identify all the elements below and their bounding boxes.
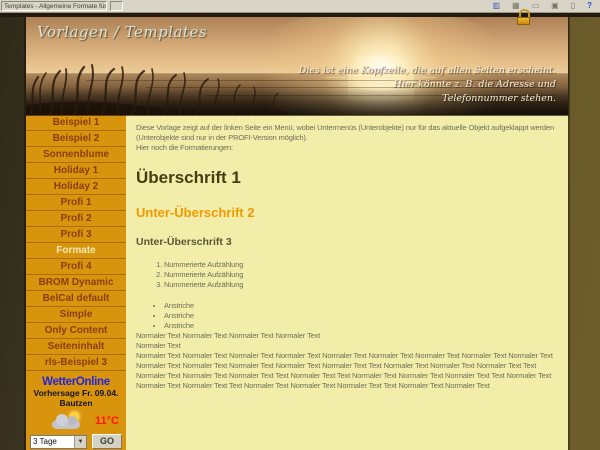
- bookmarks-icon[interactable]: ▥: [492, 1, 500, 11]
- sidebar-item-beispiel-1[interactable]: Beispiel 1: [26, 115, 126, 131]
- browser-tab[interactable]: Templates - Allgemeine Formate für Texte…: [1, 1, 107, 11]
- sidebar: Beispiel 1Beispiel 2SonnenblumeHoliday 1…: [26, 115, 126, 450]
- bullet-list-item: Anstriche: [164, 301, 556, 311]
- numbered-list-item: Nummerierte Aufzählung: [164, 270, 556, 280]
- bullet-list-item: Anstriche: [164, 311, 556, 321]
- sidebar-item-profi-1[interactable]: Profi 1: [26, 195, 126, 211]
- cloud-icon: [52, 420, 80, 429]
- document-icon[interactable]: ▯: [571, 1, 575, 11]
- weather-widget: WetterOnline Vorhersage Fr. 09.04. Bautz…: [26, 376, 126, 449]
- numbered-list-item: Nummerierte Aufzählung: [164, 280, 556, 290]
- forecast-date: Vorhersage Fr. 09.04.: [26, 388, 126, 398]
- screen: Templates - Allgemeine Formate für Texte…: [0, 0, 600, 450]
- formats-lead: Hier noch die Formatierungen:: [136, 143, 556, 153]
- tagline-line: Telefonnummer stehen.: [299, 92, 556, 106]
- forecast-city: Bautzen: [26, 398, 126, 408]
- numbered-list-item: Nummerierte Aufzählung: [164, 260, 556, 270]
- sidebar-item-belcal-default[interactable]: BelCal default: [26, 291, 126, 307]
- sidebar-item-seiteninhalt[interactable]: Seiteninhalt: [26, 339, 126, 355]
- minimize-icon[interactable]: ▭: [532, 1, 540, 11]
- forecast-range-value: 3 Tage: [31, 437, 74, 446]
- sidebar-item-profi-2[interactable]: Profi 2: [26, 211, 126, 227]
- toolbar-divider: [110, 1, 123, 11]
- sidebar-item-rls-beispiel-3[interactable]: rls-Beispiel 3: [26, 355, 126, 371]
- go-button[interactable]: GO: [92, 434, 122, 449]
- sidebar-item-sonnenblume[interactable]: Sonnenblume: [26, 147, 126, 163]
- tagline-line: Hier könnte z. B. die Adresse und: [299, 78, 556, 92]
- normal-text-long-paragraph: Normaler Text Normaler Text Normaler Tex…: [136, 351, 556, 391]
- padlock-icon: [517, 9, 531, 24]
- forecast-range-select[interactable]: 3 Tage ▼: [30, 435, 87, 449]
- temperature: 11°C: [95, 415, 119, 427]
- sidebar-item-beispiel-2[interactable]: Beispiel 2: [26, 131, 126, 147]
- chevron-down-icon[interactable]: ▼: [74, 436, 86, 448]
- bullet-list-item: Anstriche: [164, 321, 556, 331]
- sidebar-item-formate[interactable]: Formate: [26, 243, 126, 259]
- toolbar-icons: ▥ ▦ ▭ ▣ ▯ ?: [492, 0, 592, 12]
- sidebar-item-holiday-2[interactable]: Holiday 2: [26, 179, 126, 195]
- sidebar-item-holiday-1[interactable]: Holiday 1: [26, 163, 126, 179]
- main-content: Diese Vorlage zeigt auf der linken Seite…: [126, 115, 568, 450]
- normal-text-line: Normaler Text Normaler Text Normaler Tex…: [136, 331, 320, 340]
- site-layout: Vorlagen / Templates Dies ist eine Kopfz…: [26, 17, 568, 450]
- page-title: Vorlagen / Templates: [37, 23, 207, 41]
- header-tagline: Dies ist eine Kopfzeile, die auf allen S…: [299, 64, 556, 106]
- sidebar-item-profi-3[interactable]: Profi 3: [26, 227, 126, 243]
- forecast-controls: 3 Tage ▼ GO: [26, 434, 126, 449]
- bullet-list: AnstricheAnstricheAnstriche: [136, 301, 556, 331]
- wetteronline-logo[interactable]: WetterOnline: [26, 376, 126, 388]
- page-header: Vorlagen / Templates Dies ist eine Kopfz…: [26, 17, 568, 115]
- sidebar-menu: Beispiel 1Beispiel 2SonnenblumeHoliday 1…: [26, 115, 126, 371]
- intro-paragraph: Diese Vorlage zeigt auf der linken Seite…: [136, 123, 556, 143]
- forecast-icon-row: 11°C: [26, 411, 126, 431]
- page-background: Vorlagen / Templates Dies ist eine Kopfz…: [0, 13, 600, 450]
- heading-2: Unter-Überschrift 2: [136, 205, 556, 220]
- sidebar-item-brom-dynamic[interactable]: BROM Dynamic: [26, 275, 126, 291]
- normal-text-paragraph: Normaler Text Normaler Text Normaler Tex…: [136, 331, 556, 351]
- sidebar-item-only-content[interactable]: Only Content: [26, 323, 126, 339]
- window-icon[interactable]: ▣: [551, 1, 559, 11]
- numbered-list: Nummerierte AufzählungNummerierte Aufzäh…: [136, 260, 556, 290]
- sidebar-item-simple[interactable]: Simple: [26, 307, 126, 323]
- sidebar-item-profi-4[interactable]: Profi 4: [26, 259, 126, 275]
- help-icon[interactable]: ?: [587, 1, 592, 11]
- heading-3: Unter-Überschrift 3: [136, 236, 556, 248]
- tagline-line: Dies ist eine Kopfzeile, die auf allen S…: [299, 64, 556, 78]
- heading-1: Überschrift 1: [136, 168, 556, 188]
- normal-text-line: Normaler Text: [136, 341, 181, 350]
- browser-chrome: Templates - Allgemeine Formate für Texte…: [0, 0, 600, 13]
